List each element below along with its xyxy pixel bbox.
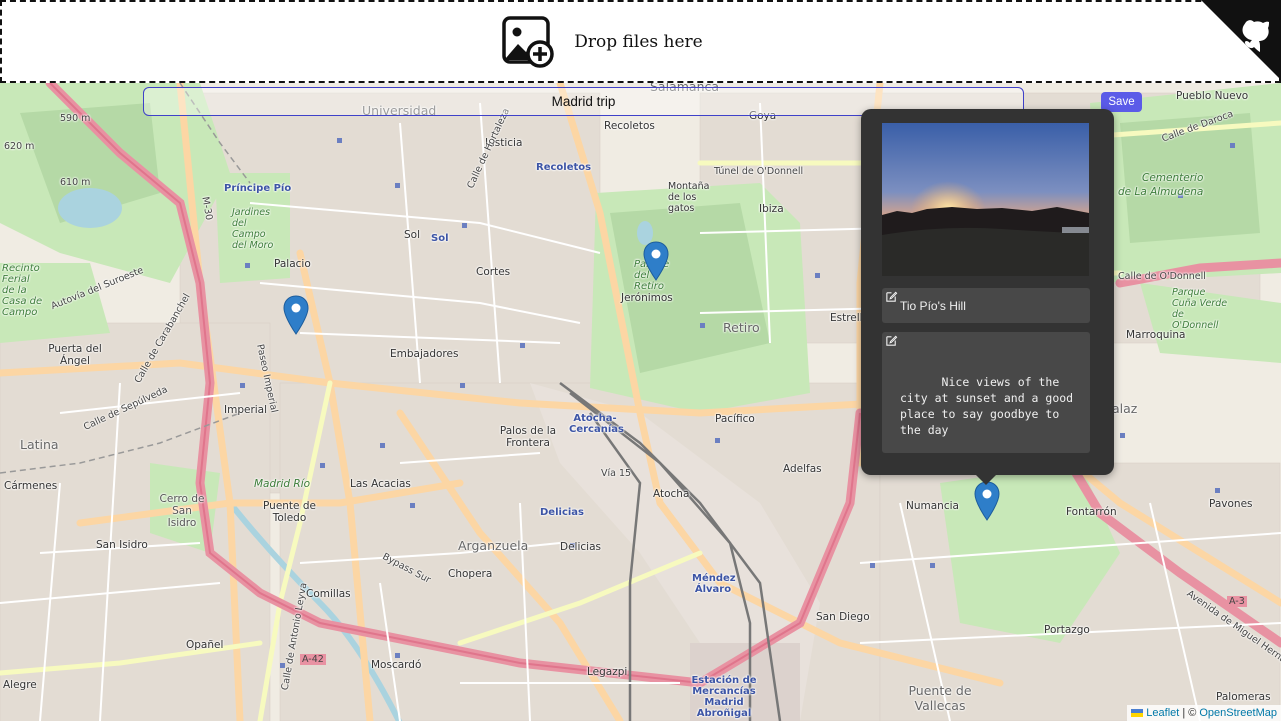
popup-tip	[974, 473, 998, 485]
map-marker-icon[interactable]	[283, 295, 309, 335]
osm-link[interactable]: OpenStreetMap	[1199, 707, 1277, 719]
drop-zone-text: Drop files here	[574, 31, 703, 52]
edit-icon[interactable]	[885, 290, 898, 303]
ukraine-flag-icon	[1131, 709, 1144, 717]
marker-popup: Tio Pío's Hill Nice views of the city at…	[861, 109, 1114, 475]
attribution-separator: | ©	[1182, 707, 1197, 719]
github-corner-icon[interactable]	[1201, 0, 1281, 80]
image-add-icon	[502, 15, 555, 68]
drop-zone-content: Drop files here	[502, 15, 703, 68]
place-name: Tio Pío's Hill	[900, 299, 966, 313]
map-attribution: Leaflet | © OpenStreetMap	[1127, 705, 1281, 721]
leaflet-link[interactable]: Leaflet	[1146, 707, 1179, 719]
place-name-field[interactable]: Tio Pío's Hill	[882, 288, 1090, 323]
map-marker-icon[interactable]	[643, 241, 669, 281]
edit-icon[interactable]	[885, 334, 898, 347]
map-view[interactable]: Salamanca Pueblo Nuevo Calle de Daroca U…	[0, 83, 1281, 721]
map-marker-icon[interactable]	[974, 481, 1000, 521]
place-description-field[interactable]: Nice views of the city at sunset and a g…	[882, 332, 1090, 453]
sunset-photo	[882, 123, 1089, 276]
file-drop-zone[interactable]: Drop files here	[0, 0, 1281, 83]
place-description: Nice views of the city at sunset and a g…	[900, 375, 1081, 437]
